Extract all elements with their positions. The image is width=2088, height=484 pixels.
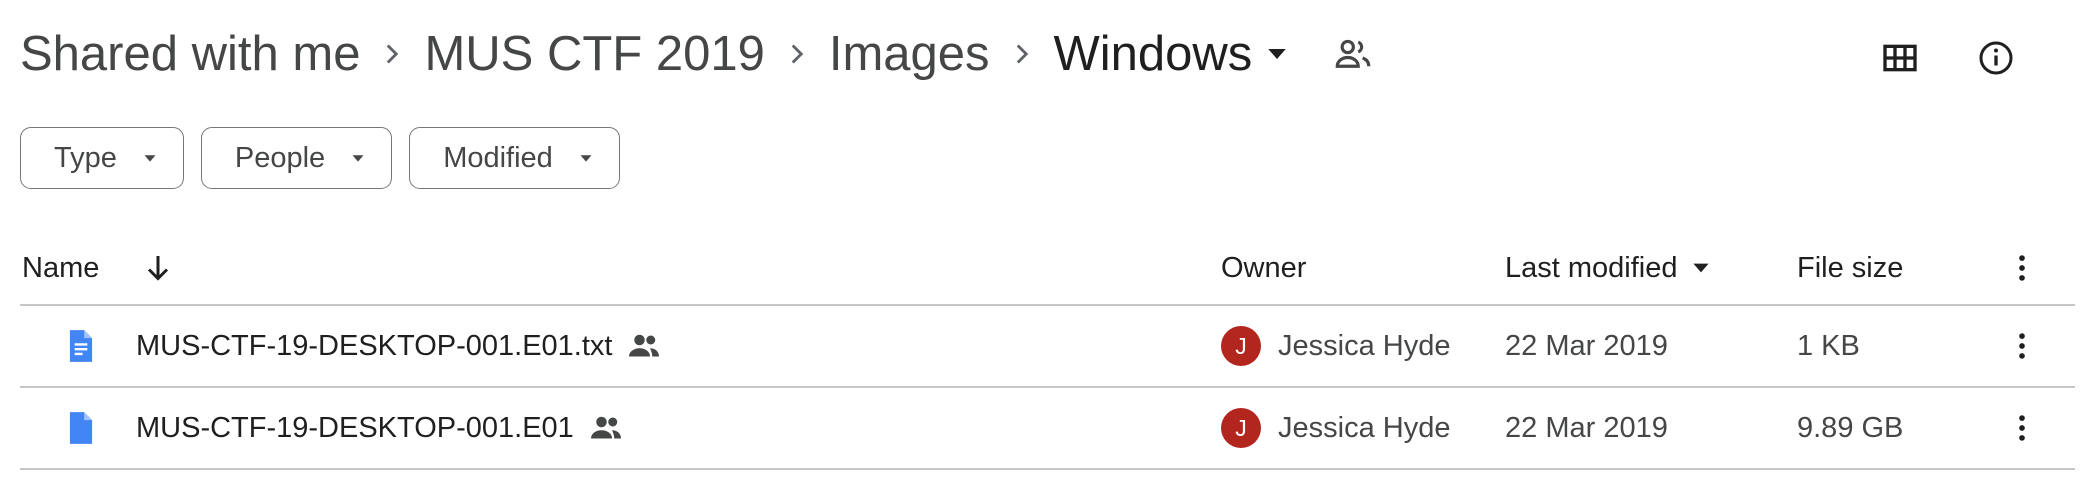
owner-name: Jessica Hyde — [1278, 411, 1451, 444]
file-name[interactable]: MUS-CTF-19-DESKTOP-001.E01 — [136, 412, 574, 445]
breadcrumb-item-images[interactable]: Images — [829, 18, 990, 90]
filter-people-label: People — [234, 141, 326, 174]
column-owner-label: Owner — [1221, 251, 1307, 284]
file-list-header: Name Owner Last modified File size — [0, 232, 2088, 304]
file-icon — [62, 388, 100, 468]
column-header-owner: Owner — [1221, 232, 1306, 304]
more-vert-icon — [1994, 240, 2050, 296]
grid-view-button[interactable] — [1872, 30, 1928, 86]
avatar: J — [1221, 408, 1261, 448]
table-row[interactable]: MUS-CTF-19-DESKTOP-001.E01.txt J Jessica… — [0, 306, 2088, 386]
shared-icon — [590, 416, 621, 439]
modified-date: 22 Mar 2019 — [1505, 329, 1668, 362]
google-docs-icon — [62, 306, 100, 386]
row-more-actions-button[interactable] — [1994, 388, 2050, 468]
breadcrumb-item-mus-ctf-2019[interactable]: MUS CTF 2019 — [424, 18, 764, 90]
details-button[interactable] — [1968, 30, 2024, 86]
arrow-down-icon — [147, 256, 169, 281]
info-icon — [1979, 41, 2013, 75]
modified-date: 22 Mar 2019 — [1505, 411, 1668, 444]
filter-type-button[interactable]: Type — [20, 127, 184, 189]
file-name[interactable]: MUS-CTF-19-DESKTOP-001.E01.txt — [136, 330, 612, 363]
column-header-name[interactable]: Name — [22, 232, 99, 304]
more-vert-icon — [1994, 318, 2050, 374]
filter-modified-label: Modified — [443, 141, 553, 174]
filter-chips: Type People Modified — [20, 127, 637, 189]
breadcrumb-item-shared-with-me[interactable]: Shared with me — [20, 18, 360, 90]
shared-folder-icon — [1335, 39, 1371, 68]
column-name-label: Name — [22, 251, 100, 284]
owner-name: Jessica Hyde — [1278, 329, 1451, 362]
column-last-modified-label: Last modified — [1505, 251, 1678, 284]
current-folder-menu[interactable]: Windows — [1054, 18, 1293, 90]
sort-direction-button[interactable] — [140, 232, 176, 304]
caret-down-icon — [1692, 263, 1709, 273]
file-size: 9.89 GB — [1797, 411, 1904, 444]
divider — [20, 468, 2075, 470]
column-header-file-size: File size — [1797, 232, 1903, 304]
column-header-last-modified[interactable]: Last modified — [1505, 232, 1714, 304]
breadcrumb: Shared with me MUS CTF 2019 Images Windo… — [20, 18, 1374, 90]
row-more-actions-button[interactable] — [1994, 306, 2050, 386]
filter-type-label: Type — [54, 141, 117, 174]
column-file-size-label: File size — [1797, 251, 1904, 284]
caret-down-icon — [144, 155, 156, 162]
caret-down-icon — [1268, 49, 1287, 59]
chevron-right-icon — [360, 18, 424, 90]
current-folder-title: Windows — [1053, 27, 1253, 81]
column-options-button[interactable] — [1994, 232, 2050, 304]
caret-down-icon — [352, 155, 364, 162]
shared-icon — [629, 334, 660, 357]
owner-cell: J Jessica Hyde — [1221, 306, 1450, 386]
avatar: J — [1221, 326, 1261, 366]
filter-modified-button[interactable]: Modified — [409, 127, 620, 189]
table-row[interactable]: MUS-CTF-19-DESKTOP-001.E01 J Jessica Hyd… — [0, 388, 2088, 468]
chevron-right-icon — [765, 18, 829, 90]
more-vert-icon — [1994, 400, 2050, 456]
caret-down-icon — [580, 155, 592, 162]
owner-cell: J Jessica Hyde — [1221, 388, 1450, 468]
file-size: 1 KB — [1797, 329, 1860, 362]
chevron-right-icon — [990, 18, 1054, 90]
filter-people-button[interactable]: People — [200, 127, 393, 189]
grid-view-icon — [1883, 44, 1917, 72]
